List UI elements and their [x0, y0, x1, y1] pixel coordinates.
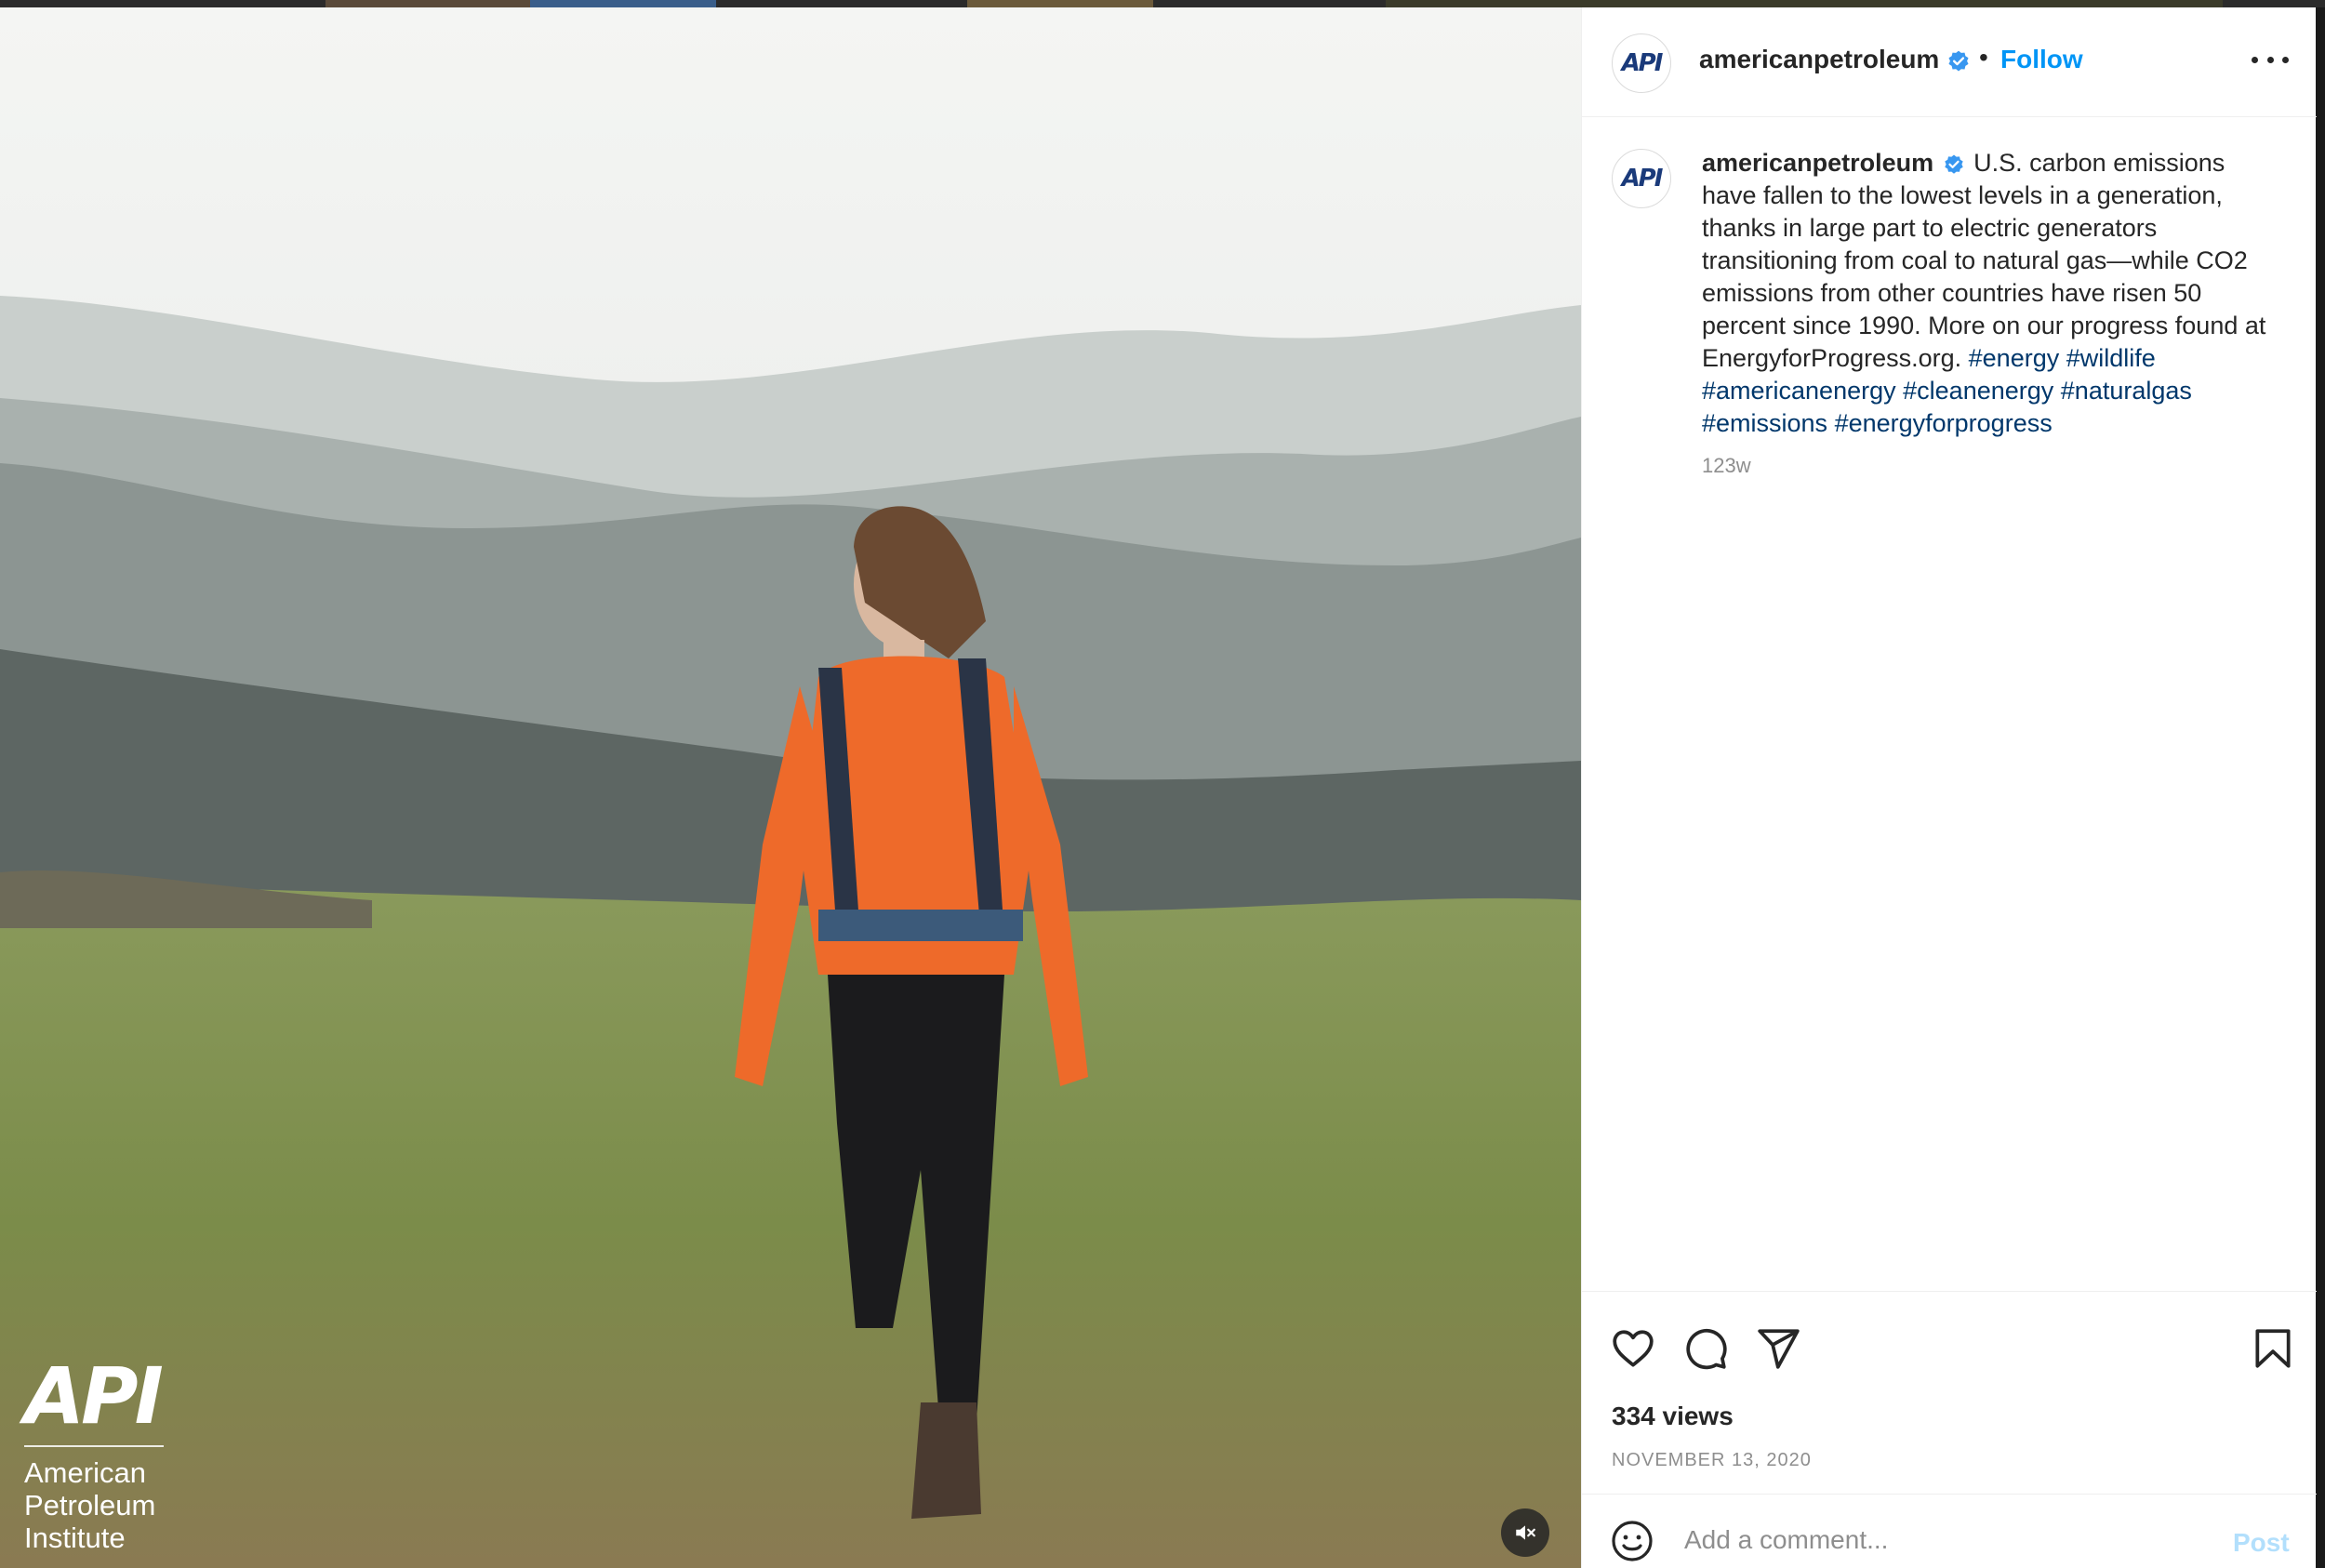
hashtag-link[interactable]: #wildlife: [2066, 344, 2156, 372]
api-watermark: API American Petroleum Institute: [24, 1354, 173, 1554]
hashtag-link[interactable]: #cleanenergy: [1903, 377, 2053, 405]
muted-speaker-icon: [1516, 1525, 1535, 1540]
more-options-icon: [2252, 56, 2258, 63]
emoji-icon[interactable]: [1610, 1519, 1654, 1563]
more-options-button[interactable]: [2252, 43, 2289, 76]
watermark-line-2: Petroleum: [24, 1489, 156, 1521]
hashtag-link[interactable]: #emissions: [1702, 409, 1827, 437]
avatar[interactable]: API: [1612, 33, 1671, 93]
mute-toggle-button[interactable]: [1501, 1508, 1549, 1557]
bookmark-icon[interactable]: [2250, 1325, 2296, 1372]
hashtag-link[interactable]: #energy: [1969, 344, 2060, 372]
comment-input[interactable]: [1684, 1515, 2168, 1565]
backdrop-thumb: [326, 0, 530, 7]
caption-avatar[interactable]: API: [1612, 149, 1671, 208]
post-comment-button[interactable]: Post: [2233, 1528, 2290, 1558]
post-details-panel: API americanpetroleum • Follow API ameri…: [1581, 7, 2317, 1568]
caption-text: U.S. carbon emissions have fallen to the…: [1702, 149, 2266, 372]
header-username-link[interactable]: americanpetroleum: [1699, 45, 1971, 74]
header-separator: •: [1979, 43, 1988, 72]
post-header: API americanpetroleum • Follow: [1582, 7, 2317, 117]
backdrop-thumb: [967, 0, 1153, 7]
post-caption: americanpetroleum U.S. carbon emissions …: [1702, 147, 2278, 440]
hashtag-link[interactable]: #energyforprogress: [1835, 409, 2053, 437]
paper-plane-icon[interactable]: [1755, 1325, 1801, 1372]
video-frame-image: [0, 7, 1581, 1568]
api-watermark-logo: API: [24, 1350, 164, 1442]
caption-age[interactable]: 123w: [1702, 454, 1751, 478]
follow-button[interactable]: Follow: [2000, 45, 2083, 74]
watermark-line-3: Institute: [24, 1521, 126, 1554]
views-count[interactable]: 334 views: [1612, 1402, 1734, 1431]
verified-badge-icon: [1944, 154, 1963, 174]
verified-badge-icon: [1948, 50, 1969, 72]
backdrop-thumb: [1386, 0, 2223, 7]
watermark-line-1: American: [24, 1456, 146, 1489]
heart-icon[interactable]: [1610, 1325, 1656, 1372]
caption-username[interactable]: americanpetroleum: [1702, 149, 1933, 177]
comment-bar: Post: [1582, 1494, 2317, 1568]
backdrop-strip: [0, 0, 2325, 7]
post-date: NOVEMBER 13, 2020: [1612, 1450, 1812, 1470]
backdrop-thumb: [530, 0, 716, 7]
post-video[interactable]: API American Petroleum Institute: [0, 7, 1581, 1568]
hashtag-link[interactable]: #americanenergy: [1702, 377, 1896, 405]
header-username: americanpetroleum: [1699, 45, 1940, 73]
avatar-logo-text: API: [1621, 49, 1664, 77]
hashtag-link[interactable]: #naturalgas: [2061, 377, 2192, 405]
comment-bubble-icon[interactable]: [1682, 1325, 1729, 1372]
post-actions: 334 views NOVEMBER 13, 2020: [1582, 1291, 2317, 1501]
watermark-rule: [24, 1445, 164, 1447]
avatar-logo-text: API: [1621, 165, 1664, 193]
